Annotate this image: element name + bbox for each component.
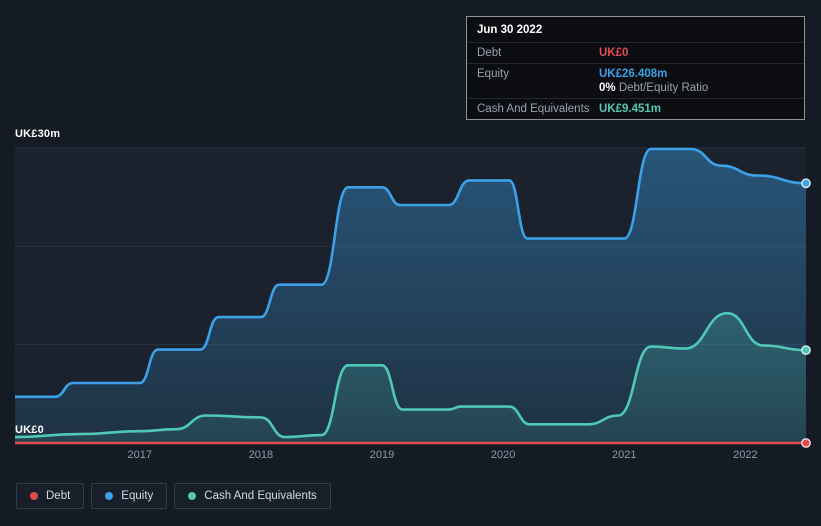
chart-tooltip: Jun 30 2022 Debt UK£0 Equity UK£26.408m …	[466, 16, 805, 120]
tooltip-equity-value: UK£26.408m	[599, 68, 668, 80]
tooltip-row-cash: Cash And Equivalents UK£9.451m	[467, 98, 804, 119]
legend-item-cash[interactable]: Cash And Equivalents	[174, 483, 331, 509]
tooltip-debt-value: UK£0	[599, 47, 629, 59]
debt-equity-history-panel: UK£30m UK£0 2017 2018 2019 2020 2021 2022 Jun…	[0, 0, 821, 526]
x-axis-tick-label: 2021	[612, 449, 637, 461]
x-axis-tick-label: 2019	[369, 449, 395, 461]
y-axis-label-bottom: UK£0	[15, 424, 44, 436]
chart-legend: Debt Equity Cash And Equivalents	[16, 483, 331, 509]
x-axis-tick-label: 2022	[733, 449, 758, 461]
debt-series-dot-icon	[30, 492, 38, 500]
tooltip-row-equity: Equity UK£26.408m 0% Debt/Equity Ratio	[467, 63, 804, 98]
equity-series-dot-icon	[105, 492, 114, 500]
cash-and-equivalents-end-marker	[801, 345, 811, 355]
x-axis-tick-label: 2020	[490, 449, 516, 461]
legend-debt-label: Debt	[46, 490, 71, 502]
legend-item-debt[interactable]: Debt	[16, 483, 85, 509]
debt-end-marker	[801, 438, 811, 448]
legend-equity-label: Equity	[121, 490, 154, 502]
legend-item-equity[interactable]: Equity	[91, 483, 168, 509]
tooltip-cash-label: Cash And Equivalents	[477, 103, 590, 115]
cash-series-dot-icon	[188, 492, 197, 500]
x-axis-tick-label: 2017	[127, 449, 153, 461]
tooltip-debt-equity-ratio: 0% Debt/Equity Ratio	[599, 82, 709, 94]
y-axis-label-top: UK£30m	[15, 128, 61, 140]
tooltip-date: Jun 30 2022	[477, 24, 543, 36]
tooltip-debt-label: Debt	[477, 47, 502, 59]
page: { "tooltip": { "date": "Jun 30 2022", "r…	[0, 0, 821, 526]
tooltip-cash-value: UK£9.451m	[599, 103, 662, 115]
tooltip-equity-label: Equity	[477, 68, 509, 80]
x-axis-tick-label: 2018	[248, 449, 274, 461]
tooltip-row-debt: Debt UK£0	[467, 42, 804, 63]
legend-cash-label: Cash And Equivalents	[204, 490, 317, 502]
x-axis: 2017 2018 2019 2020 2021 2022	[0, 449, 821, 465]
equity-end-marker	[801, 178, 811, 189]
